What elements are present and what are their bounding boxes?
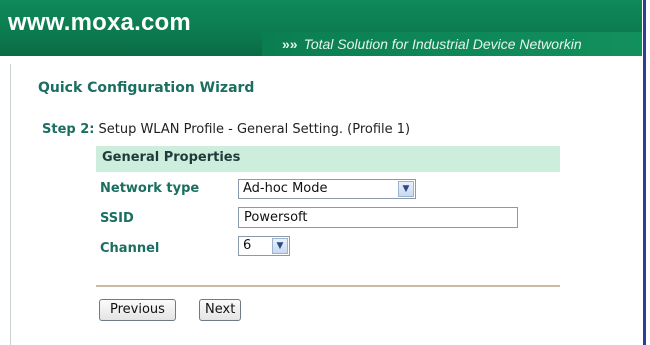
- double-chevron-icon: »»: [282, 36, 298, 52]
- left-margin-line: [10, 64, 11, 345]
- channel-value: 6: [243, 238, 252, 253]
- header-banner: www.moxa.com »» Total Solution for Indust…: [0, 0, 642, 56]
- ssid-input[interactable]: [238, 207, 518, 228]
- previous-button[interactable]: Previous: [99, 299, 176, 321]
- divider: [96, 285, 560, 287]
- network-type-value: Ad-hoc Mode: [243, 181, 328, 196]
- network-type-select[interactable]: Ad-hoc Mode ▼: [238, 179, 416, 199]
- next-button[interactable]: Next: [199, 299, 242, 321]
- ssid-label: SSID: [100, 211, 134, 226]
- step-text: Setup WLAN Profile - General Setting. (P…: [98, 122, 411, 137]
- chevron-down-icon[interactable]: ▼: [272, 238, 288, 254]
- channel-label: Channel: [100, 241, 160, 256]
- chevron-down-icon[interactable]: ▼: [398, 181, 414, 197]
- channel-select[interactable]: 6 ▼: [238, 236, 290, 256]
- moxa-logo-text: www.moxa.com: [8, 9, 191, 36]
- network-type-label: Network type: [100, 181, 200, 196]
- general-properties-header: General Properties: [96, 146, 560, 172]
- page-title: Quick Configuration Wizard: [38, 80, 255, 96]
- tagline-text: Total Solution for Industrial Device Net…: [303, 36, 582, 52]
- window-edge: [643, 0, 646, 345]
- tagline: »» Total Solution for Industrial Device N…: [282, 36, 582, 52]
- step-label: Step 2:: [42, 122, 95, 137]
- step-description: Step 2: Setup WLAN Profile - General Sett…: [42, 122, 410, 137]
